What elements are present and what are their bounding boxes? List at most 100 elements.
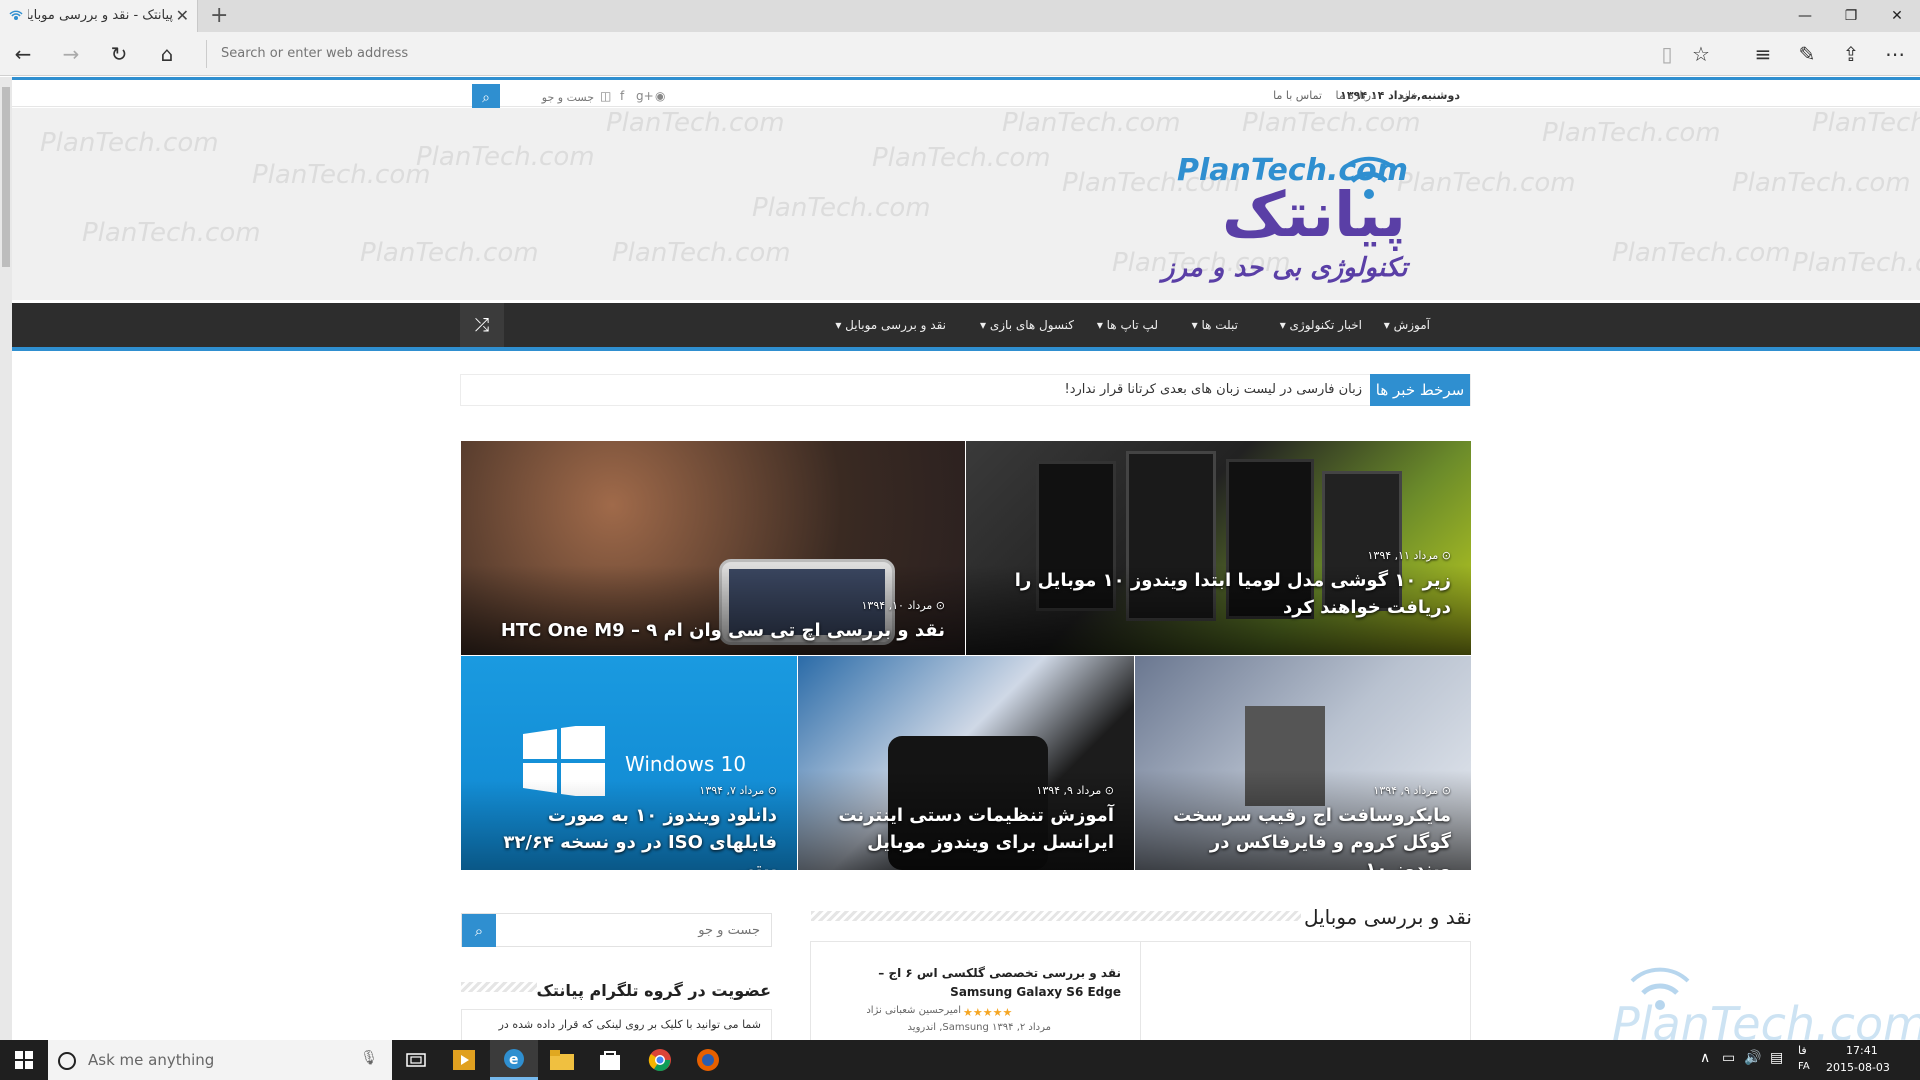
review-author[interactable]: امیرحسین شعبانی نژاد [851, 1005, 961, 1016]
home-button[interactable]: ⌂ [144, 32, 190, 76]
slide-title[interactable]: دانلود ویندوز ۱۰ به صورت فایلهای ISO در … [477, 802, 777, 870]
section-title: نقد و بررسی موبایل [1303, 905, 1472, 929]
cortana-icon [58, 1052, 76, 1070]
refresh-button[interactable]: ↻ [96, 32, 142, 76]
top-link-contact[interactable]: تماس با ما [1273, 89, 1322, 102]
window-maximize-button[interactable]: ❐ [1828, 0, 1874, 32]
favorite-star-icon[interactable]: ☆ [1678, 32, 1724, 76]
slide-title[interactable]: مایکروسافت اج رقیب سرسخت گوگل کروم و فای… [1151, 802, 1451, 870]
review-card[interactable]: نقد و بررسی تخصصی گلکسی اس ۶ اج – Samsun… [810, 941, 1471, 1040]
tab-close-icon[interactable]: ✕ [176, 6, 189, 25]
address-bar-input[interactable] [206, 40, 1626, 68]
section-divider [811, 911, 1301, 921]
windows10-text: Windows 10 [625, 752, 747, 776]
more-actions-icon[interactable]: ⋯ [1872, 32, 1918, 76]
taskbar-store[interactable] [586, 1040, 634, 1080]
watermark-text: PlanTech.com [1242, 108, 1421, 138]
review-card-title[interactable]: نقد و بررسی تخصصی گلکسی اس ۶ اج – Samsun… [831, 964, 1121, 1002]
top-link-home[interactable]: خانه [1399, 89, 1418, 102]
cortana-search-box[interactable]: Ask me anything 🎙 [48, 1040, 392, 1080]
facebook-icon[interactable]: f [620, 89, 624, 103]
watermark-text: PlanTech.com [1812, 108, 1920, 138]
hub-icon[interactable]: ≡ [1740, 32, 1786, 76]
watermark-text: PlanTech.com [752, 193, 931, 223]
site-top-bar: دوشنبه,مرداد ۱۴ ۱۳۹۴ خانه درباره ما تماس… [12, 80, 1920, 112]
sidebar-search: ⌕ [461, 913, 772, 947]
page-scrollbar[interactable] [0, 77, 12, 1040]
input-language[interactable]: فا [1798, 1044, 1807, 1057]
share-icon[interactable]: ⇪ [1828, 32, 1874, 76]
scrollbar-thumb[interactable] [2, 87, 10, 267]
top-link-about[interactable]: درباره ما [1336, 89, 1376, 102]
site-favicon-icon [9, 10, 23, 20]
menu-item-mobile-review[interactable]: نقد و بررسی موبایل ▾ [835, 318, 946, 332]
rating-stars-icon: ★★★★★ [963, 1006, 1013, 1019]
input-language-code[interactable]: FA [1798, 1061, 1810, 1072]
back-button[interactable]: ← [0, 32, 46, 76]
shuffle-icon: ⤮ [474, 314, 490, 336]
system-tray: ∧ ▭ 🔊 ▤ فا FA 17:41 2015-08-03 [1700, 1040, 1920, 1080]
slide-title[interactable]: نقد و بررسی اچ تی سی وان ام ۹ – HTC One … [485, 617, 945, 644]
start-button[interactable] [0, 1040, 48, 1080]
menu-item-tutorial[interactable]: آموزش ▾ [1384, 318, 1430, 332]
slide-title[interactable]: آموزش تنظیمات دستی اینترنت ایرانسل برای … [814, 802, 1114, 856]
microphone-icon[interactable]: 🎙 [360, 1050, 378, 1066]
network-icon[interactable]: ▭ [1722, 1050, 1735, 1066]
clock-time[interactable]: 17:41 [1846, 1044, 1878, 1057]
taskbar-media-player[interactable] [440, 1040, 488, 1080]
watermark-text: PlanTech.com [360, 238, 539, 268]
review-date: مرداد ۲, ۱۳۹۴ Samsung, اندروید [907, 1022, 1051, 1033]
random-post-button[interactable]: ⤮ [460, 303, 504, 347]
menu-item-tech-news[interactable]: اخبار تکنولوژی ▾ [1280, 318, 1362, 332]
breaking-news-link[interactable]: زبان فارسی در لیست زبان های بعدی کرتانا … [1064, 382, 1362, 397]
telegram-widget: شما می توانید با کلیک بر روی لینکی که قر… [461, 1009, 772, 1040]
clock-date[interactable]: 2015-08-03 [1826, 1061, 1890, 1074]
search-icon: ⌕ [474, 921, 484, 940]
watermark-text: PlanTech.com [1002, 108, 1181, 138]
watermark-text: PlanTech.com [606, 108, 785, 138]
slide-title[interactable]: زیر ۱۰ گوشی مدل لومیا ابتدا ویندوز ۱۰ مو… [991, 567, 1451, 621]
forward-button[interactable]: → [48, 32, 94, 76]
new-tab-button[interactable]: + [210, 3, 228, 28]
window-close-button[interactable]: ✕ [1874, 0, 1920, 32]
folder-icon [550, 1050, 574, 1070]
taskbar-file-explorer[interactable] [538, 1040, 586, 1080]
slide-date: ⊙ مرداد ۹, ۱۳۹۴ [1373, 784, 1451, 797]
featured-slide-htc[interactable]: ⊙ مرداد ۱۰, ۱۳۹۴ نقد و بررسی اچ تی سی وا… [461, 441, 965, 655]
task-view-button[interactable] [392, 1040, 440, 1080]
featured-slide-irancell[interactable]: ⊙ مرداد ۹, ۱۳۹۴ آموزش تنظیمات دستی اینتر… [798, 656, 1134, 870]
tab-title: پیانتک - نقد و بررسی موبایل [28, 8, 173, 23]
taskbar-firefox[interactable] [684, 1040, 732, 1080]
featured-slide-lumia[interactable]: ⊙ مرداد ۱۱, ۱۳۹۴ زیر ۱۰ گوشی مدل لومیا ا… [966, 441, 1471, 655]
action-center-icon[interactable]: ▤ [1770, 1050, 1783, 1066]
card-divider [1140, 942, 1141, 1040]
volume-icon[interactable]: 🔊 [1744, 1050, 1761, 1066]
web-note-icon[interactable]: ✎ [1784, 32, 1830, 76]
window-minimize-button[interactable]: — [1782, 0, 1828, 32]
featured-slide-windows10[interactable]: Windows 10 ⊙ مرداد ۷, ۱۳۹۴ دانلود ویندوز… [461, 656, 797, 870]
taskbar-edge[interactable]: e [490, 1040, 538, 1080]
widget-divider [461, 982, 537, 992]
browser-tab-active[interactable]: پیانتک - نقد و بررسی موبایل ✕ [0, 0, 198, 32]
menu-item-game-consoles[interactable]: کنسول های بازی ▾ [980, 318, 1074, 332]
menu-item-tablets[interactable]: تبلت ها ▾ [1192, 318, 1238, 332]
task-view-icon [406, 1053, 426, 1067]
top-search-input[interactable] [502, 86, 594, 108]
chrome-icon [648, 1049, 671, 1072]
menu-item-laptops[interactable]: لپ تاپ ها ▾ [1097, 318, 1158, 332]
google-plus-icon[interactable]: g+ [636, 89, 654, 103]
corner-watermark-text: PlanTech.com [1612, 997, 1920, 1040]
logo-tagline: تکنولوژی بی حد و مرز [1162, 253, 1408, 283]
watermark-text: PlanTech.com [612, 238, 791, 268]
sidebar-search-button[interactable]: ⌕ [462, 914, 496, 947]
breaking-news-label: سرخط خبر ها [1370, 374, 1470, 406]
rss-icon[interactable]: ◉ [655, 89, 665, 103]
featured-slide-edge[interactable]: ⊙ مرداد ۹, ۱۳۹۴ مایکروسافت اج رقیب سرسخت… [1135, 656, 1471, 870]
sidebar-search-input[interactable] [500, 918, 760, 942]
tray-overflow-icon[interactable]: ∧ [1700, 1050, 1710, 1066]
instagram-icon[interactable]: ◫ [600, 89, 611, 103]
watermark-text: PlanTech.com [40, 128, 219, 158]
edge-icon: e [504, 1048, 524, 1069]
taskbar-chrome[interactable] [636, 1040, 684, 1080]
telegram-widget-title: عضویت در گروه تلگرام پیانتک [536, 981, 772, 1000]
